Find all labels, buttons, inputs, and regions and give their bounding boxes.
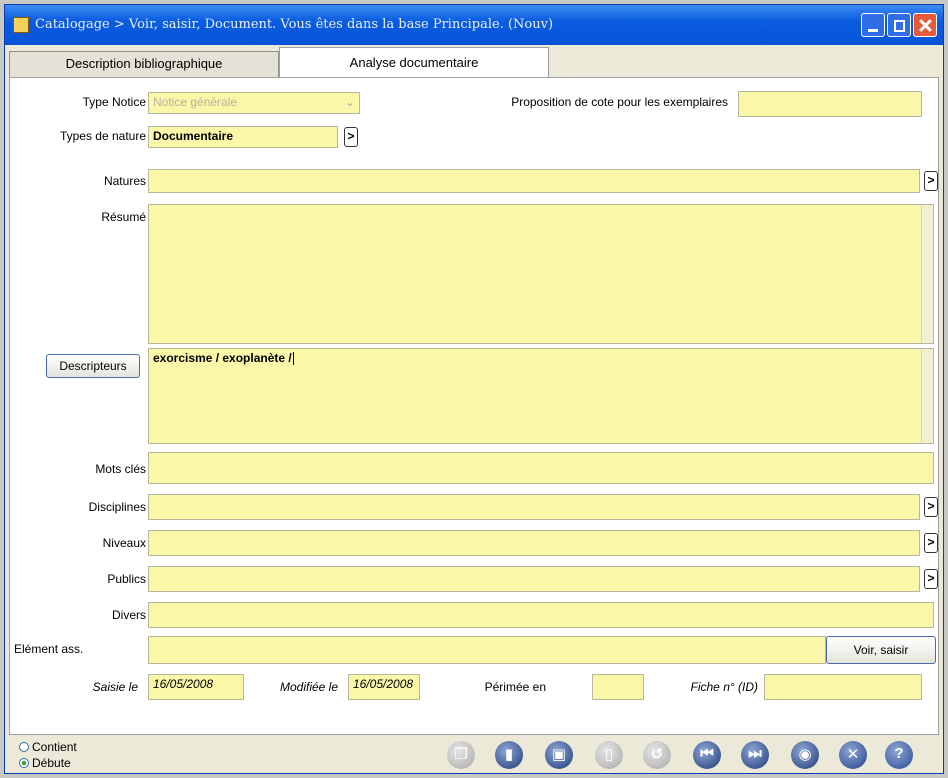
niveaux-label: Niveaux <box>102 536 146 550</box>
niveaux-field[interactable] <box>148 530 920 556</box>
delete-icon[interactable]: ▯ <box>595 741 623 769</box>
type-notice-value: Notice générale <box>153 95 238 109</box>
mots-cles-field[interactable] <box>148 452 934 484</box>
app-icon <box>13 17 29 33</box>
type-notice-select[interactable]: Notice générale ⌄ <box>148 92 360 114</box>
proposition-cote-label: Proposition de cote pour les exemplaires <box>511 95 728 109</box>
tab-description-bibliographique[interactable]: Description bibliographique <box>9 51 279 77</box>
resume-textarea[interactable] <box>148 204 934 344</box>
fiche-no-field[interactable] <box>764 674 922 700</box>
publics-label: Publics <box>107 572 146 586</box>
disciplines-label: Disciplines <box>88 500 146 514</box>
title-bar[interactable]: Catalogage > Voir, saisir, Document. Vou… <box>5 5 943 45</box>
last-record-icon[interactable]: ⏭ <box>741 741 769 769</box>
saisie-le-label: Saisie le <box>92 680 138 694</box>
disciplines-picker-button[interactable]: > <box>924 497 938 517</box>
window-title: Catalogage > Voir, saisir, Document. Vou… <box>35 17 554 32</box>
publics-picker-button[interactable]: > <box>924 569 938 589</box>
resume-label: Résumé <box>101 210 146 224</box>
modifiee-le-field[interactable]: 16/05/2008 <box>348 674 420 700</box>
natures-picker-button[interactable]: > <box>924 171 938 191</box>
type-notice-label: Type Notice <box>82 95 146 109</box>
close-icon[interactable]: ✕ <box>839 741 867 769</box>
types-nature-picker-button[interactable]: > <box>344 127 358 147</box>
radio-contient-label: Contient <box>32 740 77 754</box>
natures-field[interactable] <box>148 169 920 193</box>
radio-debute-label: Débute <box>32 756 71 770</box>
descripteurs-textarea[interactable]: exorcisme / exoplanète / <box>148 348 934 444</box>
resume-scrollbar[interactable] <box>921 205 933 343</box>
voir-saisir-button[interactable]: Voir, saisir <box>826 636 936 664</box>
modifiee-le-label: Modifiée le <box>279 680 338 694</box>
proposition-cote-input[interactable] <box>738 91 922 117</box>
radio-on-icon <box>19 758 29 768</box>
divers-field[interactable] <box>148 602 934 628</box>
types-nature-field[interactable]: Documentaire <box>148 126 338 148</box>
radio-debute[interactable]: Débute <box>19 756 71 770</box>
descripteurs-scrollbar[interactable] <box>921 349 933 443</box>
first-record-icon[interactable]: ⏮ <box>693 741 721 769</box>
descripteurs-text: exorcisme / exoplanète / <box>153 351 292 365</box>
descripteurs-button[interactable]: Descripteurs <box>46 354 140 378</box>
text-cursor <box>292 352 294 366</box>
fiche-no-label: Fiche n° (ID) <box>690 680 758 694</box>
eraser-icon[interactable]: ▮ <box>495 741 523 769</box>
tab-analyse-documentaire[interactable]: Analyse documentaire <box>279 47 549 77</box>
radio-contient[interactable]: Contient <box>19 740 77 754</box>
minimize-button[interactable] <box>861 13 885 37</box>
perimee-en-field[interactable] <box>592 674 644 700</box>
catalogage-window: Catalogage > Voir, saisir, Document. Vou… <box>4 4 944 774</box>
chevron-down-icon: ⌄ <box>344 95 355 109</box>
divers-label: Divers <box>111 608 146 622</box>
saisie-le-field[interactable]: 16/05/2008 <box>148 674 244 700</box>
undo-icon[interactable]: ↺ <box>643 741 671 769</box>
perimee-en-label: Périmée en <box>484 680 546 694</box>
close-window-button[interactable] <box>913 13 937 37</box>
element-ass-label: Elément ass. <box>14 642 84 656</box>
types-nature-label: Types de nature <box>59 129 146 143</box>
save-icon[interactable]: ▣ <box>545 741 573 769</box>
natures-label: Natures <box>103 174 146 188</box>
copy-icon[interactable]: ❐ <box>447 741 475 769</box>
mots-cles-label: Mots clés <box>95 462 146 476</box>
publics-field[interactable] <box>148 566 920 592</box>
maximize-button[interactable] <box>887 13 911 37</box>
element-ass-field[interactable] <box>148 636 826 664</box>
help-icon[interactable]: ? <box>885 741 913 769</box>
disciplines-field[interactable] <box>148 494 920 520</box>
view-icon[interactable]: ◉ <box>791 741 819 769</box>
bottom-toolbar: Contient Débute ❐ ▮ ▣ ▯ ↺ ⏮ ⏭ ◉ ✕ ? <box>9 737 939 773</box>
analyse-documentaire-panel: Type Notice Notice générale ⌄ Propositio… <box>9 77 939 735</box>
radio-off-icon <box>19 742 29 752</box>
niveaux-picker-button[interactable]: > <box>924 533 938 553</box>
